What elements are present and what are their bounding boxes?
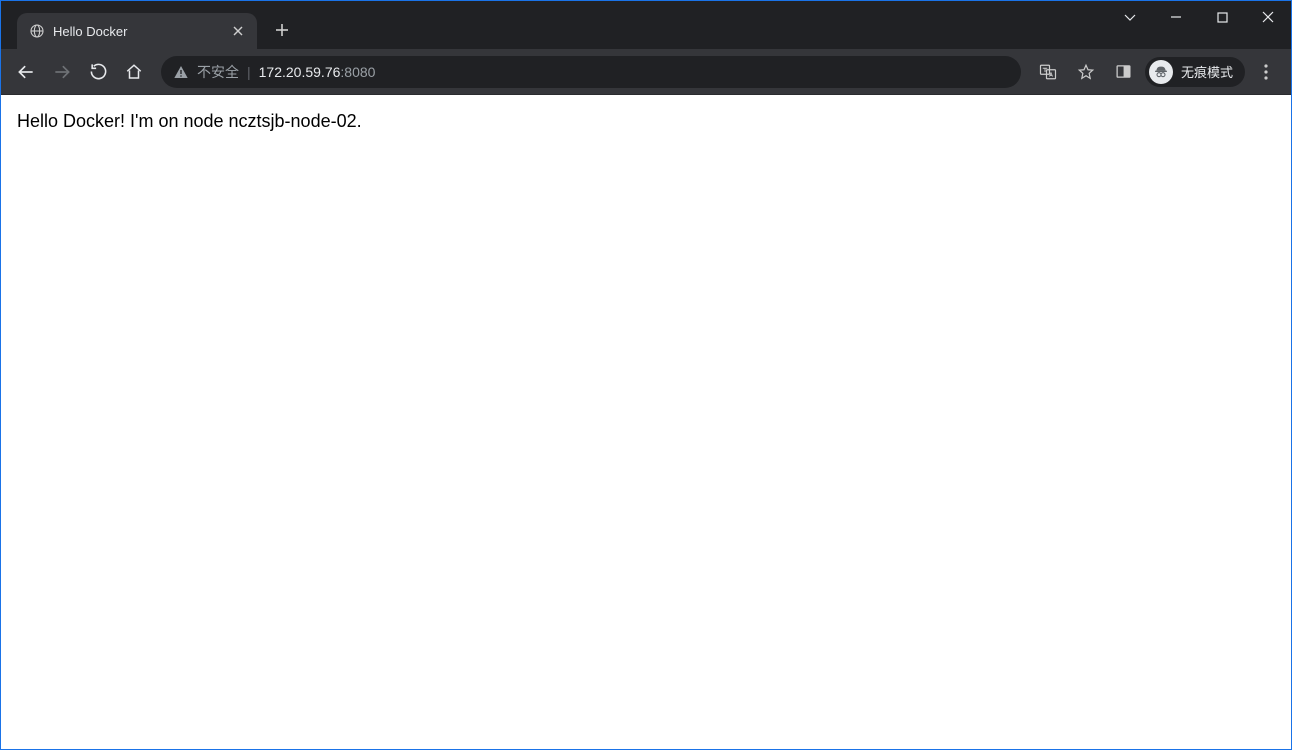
- window-maximize-button[interactable]: [1199, 1, 1245, 33]
- tab-active[interactable]: Hello Docker: [17, 13, 257, 49]
- globe-icon: [29, 23, 45, 39]
- tab-strip: Hello Docker: [1, 1, 297, 49]
- page-body-text: Hello Docker! I'm on node ncztsjb-node-0…: [17, 109, 1275, 133]
- reload-button[interactable]: [81, 55, 115, 89]
- browser-toolbar: 不安全 | 172.20.59.76:8080: [1, 49, 1291, 95]
- new-tab-button[interactable]: [267, 15, 297, 45]
- window-controls: [1107, 1, 1291, 33]
- omnibox-divider: |: [247, 64, 251, 80]
- tab-title: Hello Docker: [53, 24, 221, 39]
- security-status-label: 不安全: [197, 62, 239, 82]
- home-button[interactable]: [117, 55, 151, 89]
- url-host: 172.20.59.76: [259, 64, 341, 80]
- incognito-chip[interactable]: 无痕模式: [1145, 57, 1245, 87]
- window-close-button[interactable]: [1245, 1, 1291, 33]
- address-bar[interactable]: 不安全 | 172.20.59.76:8080: [161, 56, 1021, 88]
- forward-button[interactable]: [45, 55, 79, 89]
- tab-close-button[interactable]: [229, 22, 247, 40]
- incognito-label: 无痕模式: [1181, 62, 1233, 81]
- back-button[interactable]: [9, 55, 43, 89]
- window-caret-button[interactable]: [1107, 1, 1153, 33]
- url-port: :8080: [340, 64, 375, 80]
- incognito-icon: [1149, 60, 1173, 84]
- side-panel-icon[interactable]: [1107, 55, 1141, 89]
- bookmark-star-icon[interactable]: [1069, 55, 1103, 89]
- kebab-menu-icon[interactable]: [1249, 55, 1283, 89]
- not-secure-icon: [173, 64, 189, 80]
- toolbar-right-cluster: 无痕模式: [1031, 55, 1283, 89]
- omnibox-url: 172.20.59.76:8080: [259, 64, 376, 80]
- browser-titlebar: Hello Docker: [1, 1, 1291, 49]
- window-minimize-button[interactable]: [1153, 1, 1199, 33]
- page-viewport: Hello Docker! I'm on node ncztsjb-node-0…: [1, 95, 1291, 749]
- translate-icon[interactable]: [1031, 55, 1065, 89]
